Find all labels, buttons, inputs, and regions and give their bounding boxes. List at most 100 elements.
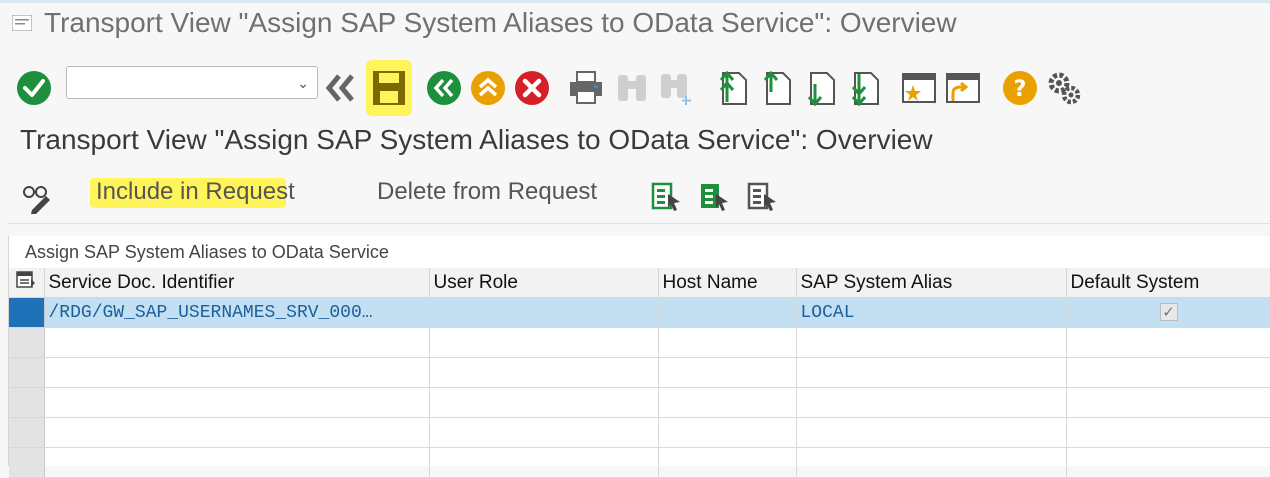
menu-icon[interactable]: [12, 15, 32, 31]
table-cell[interactable]: [44, 447, 430, 478]
table-cell[interactable]: [44, 387, 430, 418]
table-cell[interactable]: [429, 417, 659, 448]
table-cell[interactable]: [1066, 357, 1270, 388]
table-cell[interactable]: [429, 327, 659, 358]
create-shortcut-icon: [946, 73, 980, 103]
table-cell[interactable]: [658, 417, 797, 448]
chevron-down-icon[interactable]: ⌄: [297, 75, 309, 92]
table-row[interactable]: [9, 387, 1270, 418]
customize-layout-button[interactable]: [1044, 66, 1084, 110]
next-page-button[interactable]: [800, 66, 840, 110]
print-button[interactable]: [566, 66, 606, 110]
find-next-button[interactable]: [656, 66, 696, 110]
last-page-button[interactable]: [844, 66, 884, 110]
glasses-pencil-icon: [23, 186, 50, 214]
title-bar: Transport View "Assign SAP System Aliase…: [0, 0, 1270, 44]
next-page-icon: [807, 72, 835, 106]
select-all-button[interactable]: [648, 176, 684, 216]
table-cell[interactable]: [796, 327, 1067, 358]
column-header-host-name[interactable]: Host Name: [658, 268, 797, 298]
row-selector[interactable]: [9, 297, 45, 328]
column-header-default-system[interactable]: Default System: [1066, 268, 1270, 298]
column-header-service-doc-identifier[interactable]: Service Doc. Identifier: [44, 268, 430, 298]
command-field[interactable]: ⌄: [66, 66, 318, 99]
back-icon: [427, 71, 461, 105]
exit-button[interactable]: [468, 66, 508, 110]
cancel-icon: [515, 71, 549, 105]
table-control: Service Doc. Identifier User Role Host N…: [9, 268, 1270, 478]
table-cell[interactable]: [1066, 327, 1270, 358]
row-selector[interactable]: [9, 447, 45, 478]
table-cell[interactable]: [44, 417, 430, 448]
back-button[interactable]: [424, 66, 464, 110]
cell-service-doc-identifier[interactable]: /RDG/GW_SAP_USERNAMES_SRV_000…: [44, 297, 430, 328]
help-icon: ?: [1003, 71, 1037, 105]
table-cell[interactable]: [429, 387, 659, 418]
enter-button[interactable]: [14, 66, 54, 110]
row-selector[interactable]: [9, 327, 45, 358]
cell-user-role[interactable]: [429, 297, 659, 328]
cell-sap-system-alias[interactable]: LOCAL: [796, 297, 1067, 328]
save-button[interactable]: [366, 60, 412, 116]
table-cell[interactable]: [796, 447, 1067, 478]
table-cell[interactable]: [1066, 447, 1270, 478]
create-shortcut-button[interactable]: [942, 66, 984, 110]
table-cell[interactable]: [44, 327, 430, 358]
row-selector[interactable]: [9, 387, 45, 418]
table-cell[interactable]: [658, 447, 797, 478]
create-session-button[interactable]: [898, 66, 940, 110]
include-in-request-button[interactable]: Include in Request: [96, 178, 295, 206]
row-selector[interactable]: [9, 357, 45, 388]
back-double-chevron-button[interactable]: [324, 66, 358, 110]
print-icon: [570, 71, 602, 104]
table-row[interactable]: [9, 357, 1270, 388]
application-toolbar: Include in Request Delete from Request: [0, 168, 1270, 222]
page-title: Transport View "Assign SAP System Aliase…: [20, 124, 933, 155]
enter-icon: [17, 71, 51, 105]
last-page-icon: [851, 72, 879, 106]
table-cell[interactable]: [796, 387, 1067, 418]
select-block-button[interactable]: [696, 176, 732, 216]
cell-host-name[interactable]: [658, 297, 797, 328]
column-header-user-role[interactable]: User Role: [429, 268, 659, 298]
first-page-icon: [719, 70, 747, 105]
row-selector[interactable]: [9, 417, 45, 448]
table-row[interactable]: [9, 417, 1270, 448]
table-cell[interactable]: [796, 357, 1067, 388]
table-row[interactable]: [9, 327, 1270, 358]
table-header-row: Service Doc. Identifier User Role Host N…: [9, 268, 1270, 298]
table-cell[interactable]: [429, 447, 659, 478]
first-page-button[interactable]: [712, 66, 752, 110]
table-row[interactable]: /RDG/GW_SAP_USERNAMES_SRV_000… LOCAL ✓: [9, 297, 1270, 328]
table-cell[interactable]: [658, 387, 797, 418]
table-cell[interactable]: [429, 357, 659, 388]
find-button[interactable]: [612, 66, 652, 110]
help-button[interactable]: ?: [1000, 66, 1040, 110]
exit-icon: [471, 71, 505, 105]
display-change-button[interactable]: [20, 178, 56, 218]
cell-default-system[interactable]: ✓: [1066, 297, 1270, 328]
previous-page-button[interactable]: [756, 66, 796, 110]
table-settings-cell[interactable]: [9, 268, 45, 298]
svg-text:?: ?: [1014, 77, 1027, 102]
table-cell[interactable]: [796, 417, 1067, 448]
cancel-button[interactable]: [512, 66, 552, 110]
table-title: Assign SAP System Aliases to OData Servi…: [25, 242, 389, 262]
table-cell[interactable]: [658, 327, 797, 358]
deselect-all-button[interactable]: [744, 176, 780, 216]
table-row[interactable]: [9, 447, 1270, 478]
table-cell[interactable]: [1066, 387, 1270, 418]
default-system-checkbox[interactable]: ✓: [1159, 302, 1178, 321]
save-icon: [373, 71, 405, 105]
find-icon: [618, 75, 646, 101]
window-title: Transport View "Assign SAP System Aliase…: [44, 7, 957, 38]
table-cell[interactable]: [44, 357, 430, 388]
back-double-chevron-icon: [325, 74, 354, 102]
table-panel: Assign SAP System Aliases to OData Servi…: [8, 236, 1270, 478]
column-header-sap-system-alias[interactable]: SAP System Alias: [796, 268, 1067, 298]
previous-page-icon: [763, 70, 791, 105]
deselect-all-icon: [747, 182, 776, 211]
delete-from-request-button[interactable]: Delete from Request: [377, 178, 597, 206]
table-cell[interactable]: [658, 357, 797, 388]
table-cell[interactable]: [1066, 417, 1270, 448]
